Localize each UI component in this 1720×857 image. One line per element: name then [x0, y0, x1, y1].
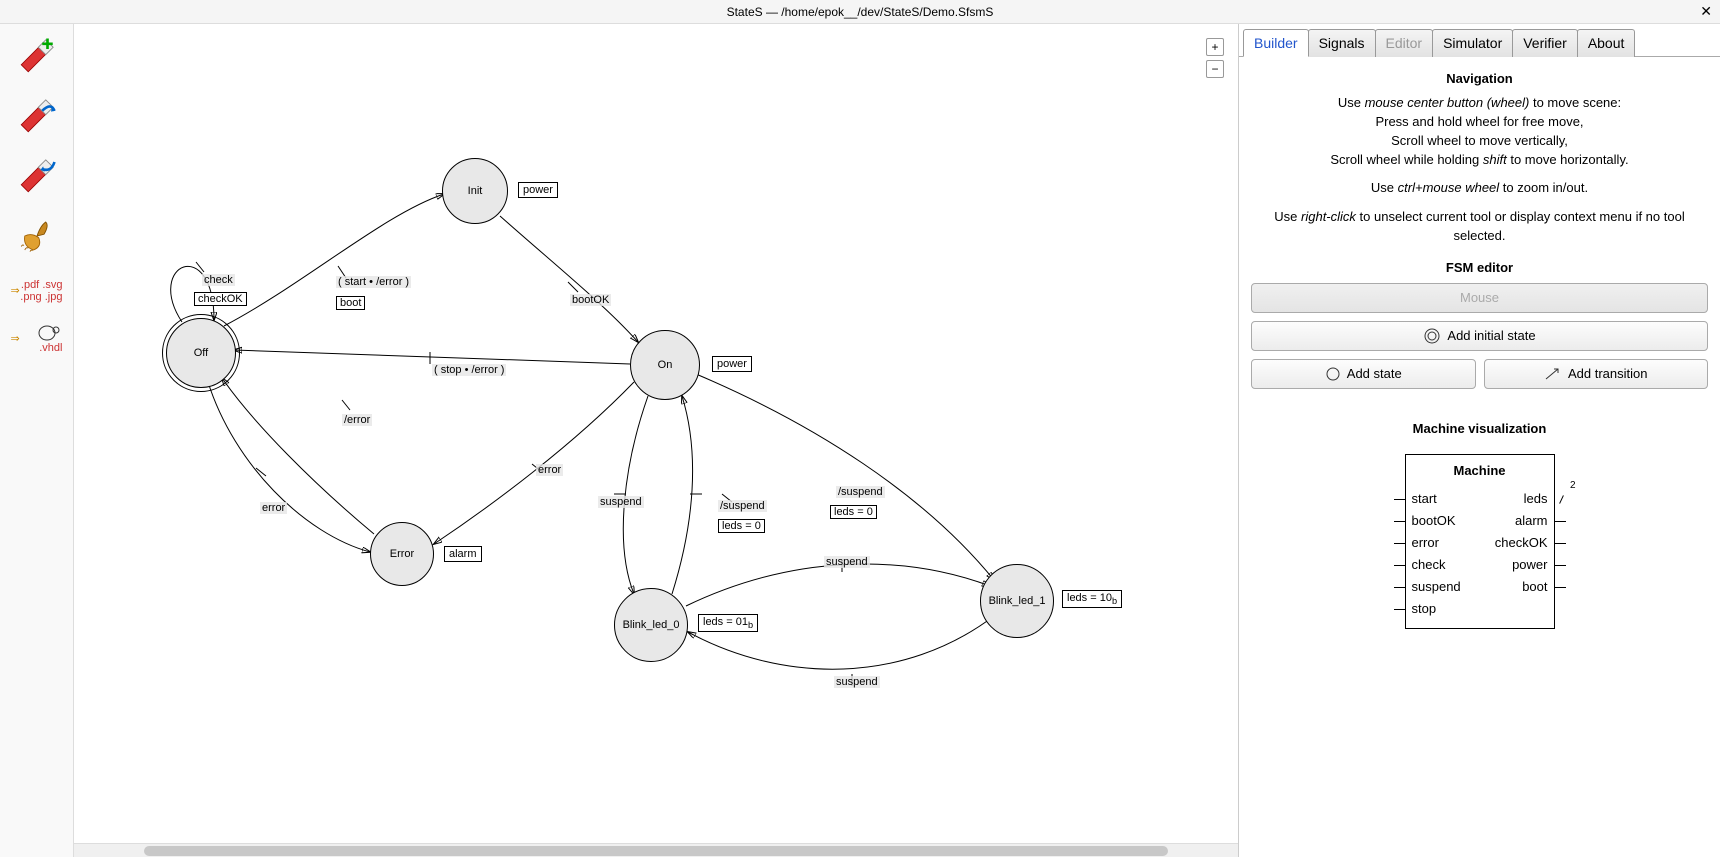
state-blink1[interactable]: Blink_led_1	[980, 564, 1054, 638]
edge-on-off: ( stop • /error )	[432, 364, 506, 376]
state-blink0[interactable]: Blink_led_0	[614, 588, 688, 662]
tab-editor[interactable]: Editor	[1375, 29, 1434, 57]
edges-layer	[74, 24, 1238, 857]
state-blink1-output: leds = 10b	[1062, 590, 1122, 608]
edge-b0-b1: suspend	[824, 556, 870, 568]
machine-input: error	[1412, 535, 1439, 550]
machine-input: stop	[1412, 601, 1437, 616]
machine-input: bootOK	[1412, 513, 1456, 528]
machine-output: boot	[1522, 579, 1547, 594]
window-title: StateS — /home/epok__/dev/StateS/Demo.Sf…	[727, 5, 994, 19]
state-on[interactable]: On	[630, 330, 700, 400]
export-vhdl-button[interactable]: ⇒ .vhdl	[7, 322, 67, 356]
state-off[interactable]: Off	[166, 318, 236, 388]
open-file-icon[interactable]	[13, 92, 61, 140]
edge-b0-on-act: leds = 0	[718, 519, 765, 533]
machine-box-title: Machine	[1406, 463, 1554, 478]
save-file-icon[interactable]	[13, 152, 61, 200]
add-state-button[interactable]: Add state	[1251, 359, 1476, 389]
horizontal-scrollbar[interactable]	[74, 843, 1238, 857]
machine-vis-heading: Machine visualization	[1251, 421, 1708, 436]
edge-b0-on-cond: /suspend	[718, 500, 767, 512]
fsm-editor-heading: FSM editor	[1251, 260, 1708, 275]
edge-off-init-cond: ( start • /error )	[336, 276, 411, 288]
edge-on-b1-cond: /suspend	[836, 486, 885, 498]
machine-box: Machine start leds bootOK alarm error check…	[1405, 454, 1555, 629]
edge-b1-b0: suspend	[834, 676, 880, 688]
tab-simulator[interactable]: Simulator	[1432, 29, 1513, 57]
add-initial-state-button[interactable]: Add initial state	[1251, 321, 1708, 351]
tab-signals[interactable]: Signals	[1308, 29, 1376, 57]
state-on-output: power	[712, 356, 752, 372]
machine-output: alarm	[1515, 513, 1548, 528]
clear-icon[interactable]	[13, 212, 61, 260]
zoom-in-button[interactable]: +	[1206, 38, 1224, 56]
panel-tabs: Builder Signals Editor Simulator Verifie…	[1239, 24, 1720, 57]
right-panel: Builder Signals Editor Simulator Verifie…	[1238, 24, 1720, 857]
edge-on-b1-act: leds = 0	[830, 505, 877, 519]
window-titlebar: StateS — /home/epok__/dev/StateS/Demo.Sf…	[0, 0, 1720, 24]
export-image-button[interactable]: ⇒ .pdf .svg .png .jpg	[7, 272, 67, 310]
machine-output: power	[1512, 557, 1547, 572]
machine-output: leds	[1524, 491, 1548, 506]
machine-input: check	[1412, 557, 1446, 572]
tab-verifier[interactable]: Verifier	[1512, 29, 1578, 57]
edge-on-error: error	[536, 464, 563, 476]
tab-builder[interactable]: Builder	[1243, 29, 1309, 57]
state-error-output: alarm	[444, 546, 482, 562]
add-transition-button[interactable]: Add transition	[1484, 359, 1709, 389]
new-file-icon[interactable]	[13, 32, 61, 80]
window-close-icon[interactable]: ✕	[1700, 3, 1712, 20]
state-error[interactable]: Error	[370, 522, 434, 586]
machine-input: suspend	[1412, 579, 1461, 594]
state-blink0-output: leds = 01b	[698, 614, 758, 632]
left-toolbar: ⇒ .pdf .svg .png .jpg ⇒ .vhdl	[0, 24, 74, 857]
edge-off-self-cond: check	[202, 274, 235, 286]
state-init-output: power	[518, 182, 558, 198]
edge-init-on: bootOK	[570, 294, 611, 306]
fsm-canvas[interactable]: + −	[74, 24, 1238, 857]
machine-output: checkOK	[1495, 535, 1548, 550]
navigation-heading: Navigation	[1251, 71, 1708, 86]
state-init[interactable]: Init	[442, 158, 508, 224]
mouse-tool-button[interactable]: Mouse	[1251, 283, 1708, 313]
navigation-text: Use mouse center button (wheel) to move …	[1251, 94, 1708, 246]
edge-off-self-act: checkOK	[194, 292, 247, 306]
edge-off-error-act: /error	[342, 414, 372, 426]
machine-input: start	[1412, 491, 1437, 506]
edge-on-b0: suspend	[598, 496, 644, 508]
tab-about[interactable]: About	[1577, 29, 1636, 57]
zoom-out-button[interactable]: −	[1206, 60, 1224, 78]
edge-off-init-act: boot	[336, 296, 365, 310]
edge-error-off: error	[260, 502, 287, 514]
